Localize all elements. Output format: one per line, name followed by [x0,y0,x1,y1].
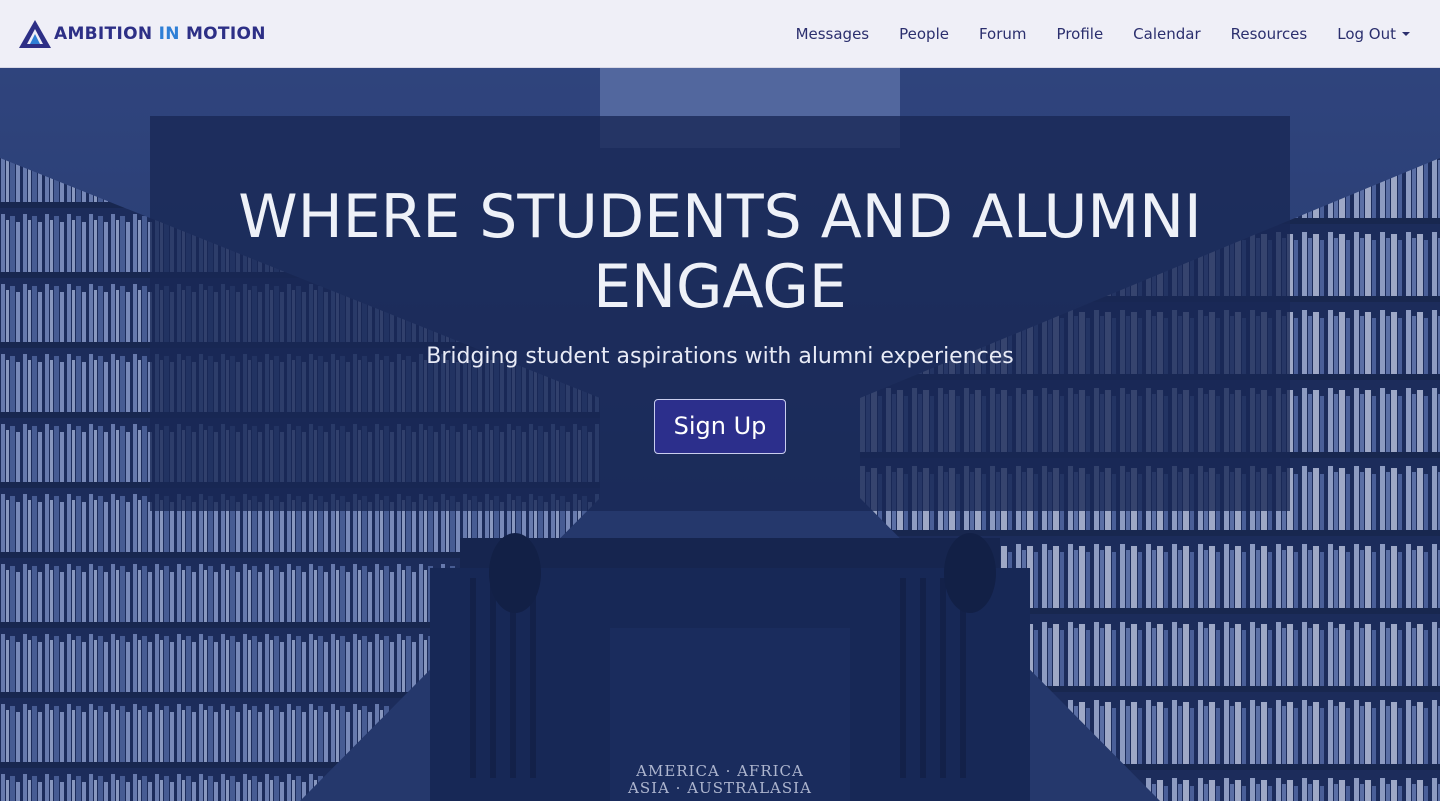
nav-calendar[interactable]: Calendar [1133,25,1200,43]
sign-up-button[interactable]: Sign Up [654,399,786,454]
nav-logout-label: Log Out [1337,24,1396,43]
nav-resources[interactable]: Resources [1231,25,1308,43]
hero-title: WHERE STUDENTS AND ALUMNI ENGAGE [150,182,1290,322]
mountain-logo-icon [19,19,51,48]
nav-logout-dropdown[interactable]: Log Out [1337,25,1410,43]
hero-title-line2: ENGAGE [593,252,847,322]
top-navbar: AMBITION IN MOTION Messages People Forum… [0,0,1440,68]
nav-profile[interactable]: Profile [1057,25,1104,43]
hero-section: AMERICA · AFRICA ASIA · AUSTRALASIA WHER… [0,68,1440,801]
brand-name: AMBITION IN MOTION [54,24,266,44]
hero-title-line1: WHERE STUDENTS AND ALUMNI [238,182,1202,252]
brand-word-ambition: AMBITION [54,23,153,44]
brand-logo-link[interactable]: AMBITION IN MOTION [18,0,266,68]
hero-subtitle: Bridging student aspirations with alumni… [426,344,1014,369]
nav-people[interactable]: People [899,25,949,43]
nav-forum[interactable]: Forum [979,25,1027,43]
floor-inscription-line1: AMERICA · AFRICA [636,762,804,780]
brand-word-motion: MOTION [185,23,266,44]
caret-down-icon [1402,31,1410,36]
nav-messages[interactable]: Messages [796,25,870,43]
main-nav: Messages People Forum Profile Calendar R… [766,25,1410,43]
floor-inscription-line2: ASIA · AUSTRALASIA [628,779,812,797]
brand-word-in: IN [158,23,180,44]
hero-panel: WHERE STUDENTS AND ALUMNI ENGAGE Bridgin… [150,116,1290,511]
